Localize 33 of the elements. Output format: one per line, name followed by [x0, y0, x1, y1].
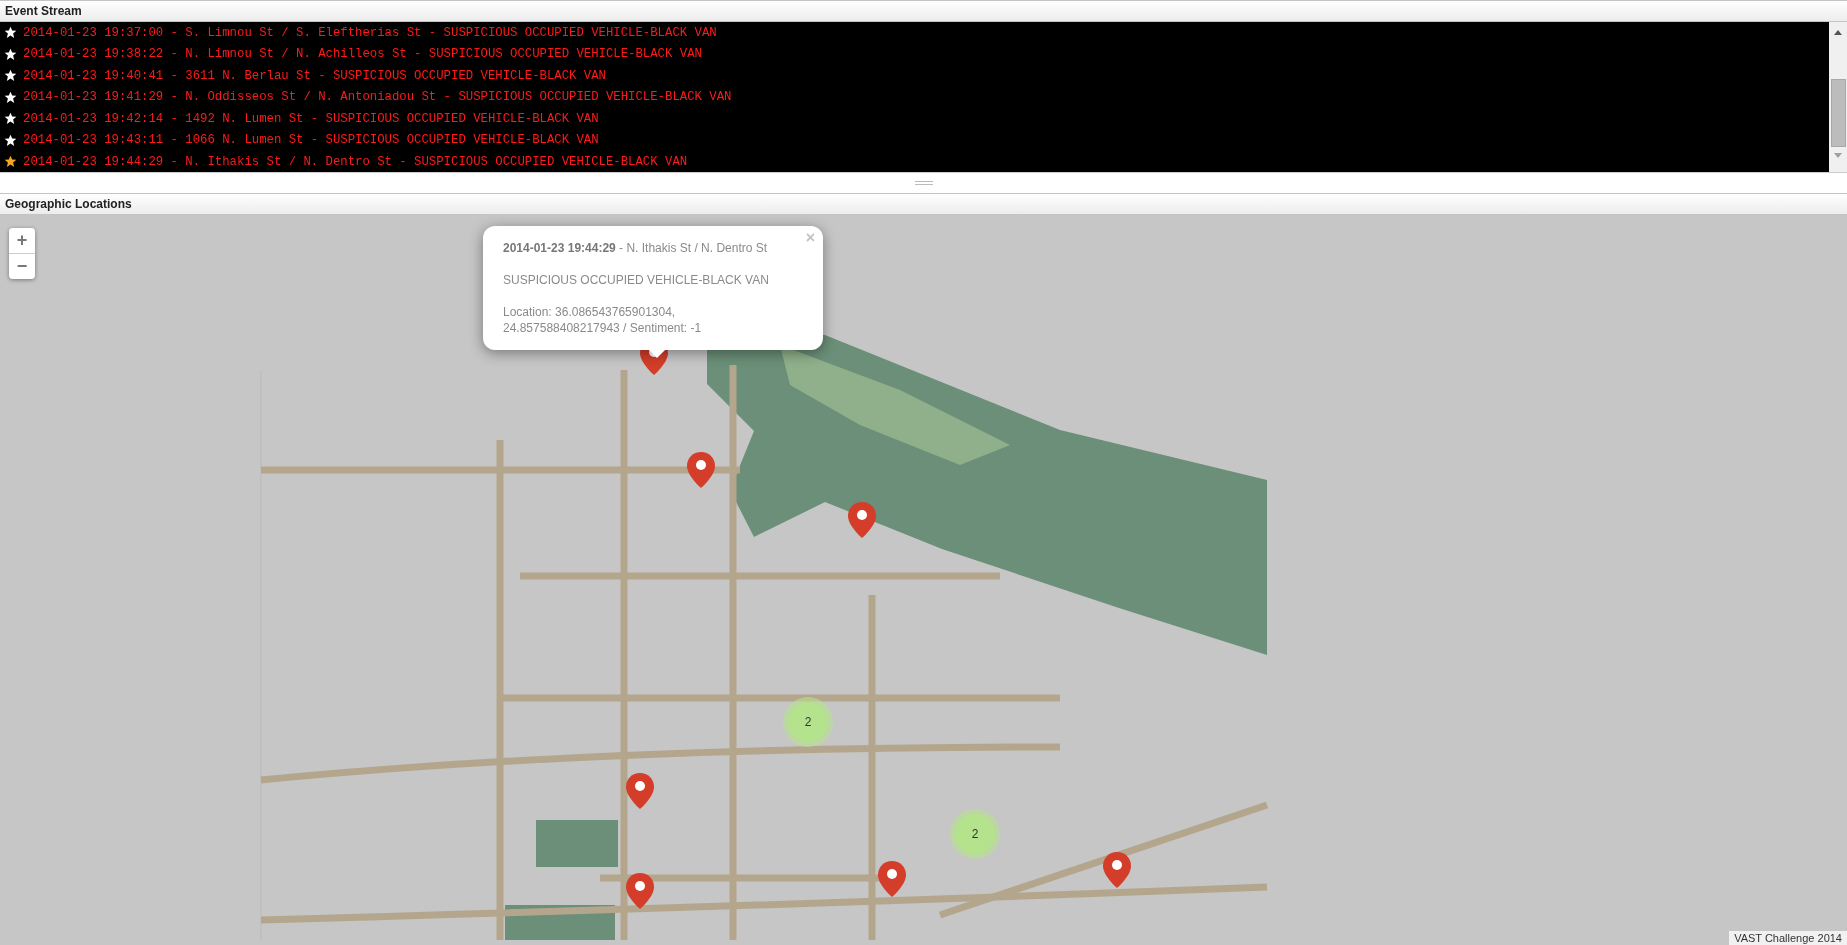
popup-description: SUSPICIOUS OCCUPIED VEHICLE-BLACK VAN	[503, 272, 770, 288]
star-icon[interactable]	[4, 69, 17, 83]
cluster-marker[interactable]: 2	[955, 814, 995, 854]
map-pin-icon[interactable]	[847, 501, 877, 539]
star-icon[interactable]	[4, 90, 17, 104]
popup-heading: 2014-01-23 19:44:29 - N. Ithakis St / N. Dentro St	[503, 240, 769, 256]
panel-header: Geographic Locations	[0, 193, 1847, 215]
popup-location: Location: 36.086543765901304, 24.857588408217943 / Sentiment: -1	[503, 304, 703, 336]
panel-header: Event Stream	[0, 0, 1847, 22]
cluster-marker[interactable]: 2	[788, 702, 828, 742]
map-pin-icon[interactable]	[625, 772, 655, 810]
event-text[interactable]: 2014-01-23 19:41:29 - N. Oddisseos St / N. Antoniadou St - SUSPICIOUS OCCUPIED VEHICLE-BLACK VAN	[23, 90, 732, 105]
attribution-text: VAST Challenge 2014	[1729, 931, 1847, 945]
event-text[interactable]: 2014-01-23 19:44:29 - N. Ithakis St / N. Dentro St - SUSPICIOUS OCCUPIED VEHICLE-BLACK VAN	[23, 154, 688, 169]
event-text[interactable]: 2014-01-23 19:40:41 - 3611 N. Berlau St - SUSPICIOUS OCCUPIED VEHICLE-BLACK VAN	[23, 68, 606, 83]
event-text[interactable]: 2014-01-23 19:37:00 - S. Limnou St / S. Eleftherias St - SUSPICIOUS OCCUPIED VEHICLE-BLACK VAN	[23, 25, 717, 40]
event-text[interactable]: 2014-01-23 19:38:22 - N. Limnou St / N. Achilleos St - SUSPICIOUS OCCUPIED VEHICLE-BLACK VAN	[23, 47, 702, 62]
scroll-up-button[interactable]	[1834, 30, 1842, 35]
splitter-handle[interactable]	[914, 181, 933, 185]
star-icon[interactable]	[4, 26, 17, 40]
star-icon[interactable]	[4, 155, 17, 169]
map-pin-icon[interactable]	[625, 872, 655, 910]
star-icon[interactable]	[4, 112, 17, 126]
event-text[interactable]: 2014-01-23 19:42:14 - 1492 N. Lumen St - SUSPICIOUS OCCUPIED VEHICLE-BLACK VAN	[23, 111, 599, 126]
map-pin-icon[interactable]	[1102, 851, 1132, 889]
star-icon[interactable]	[4, 47, 17, 61]
scrollbar-thumb[interactable]	[1830, 79, 1846, 147]
map-pin-icon[interactable]	[877, 860, 907, 898]
zoom-out-button[interactable]: −	[9, 254, 35, 279]
map-pin-icon[interactable]	[686, 451, 716, 489]
event-text[interactable]: 2014-01-23 19:43:11 - 1066 N. Lumen St - SUSPICIOUS OCCUPIED VEHICLE-BLACK VAN	[23, 133, 599, 148]
zoom-in-button[interactable]: +	[9, 228, 35, 253]
star-icon[interactable]	[4, 133, 17, 147]
